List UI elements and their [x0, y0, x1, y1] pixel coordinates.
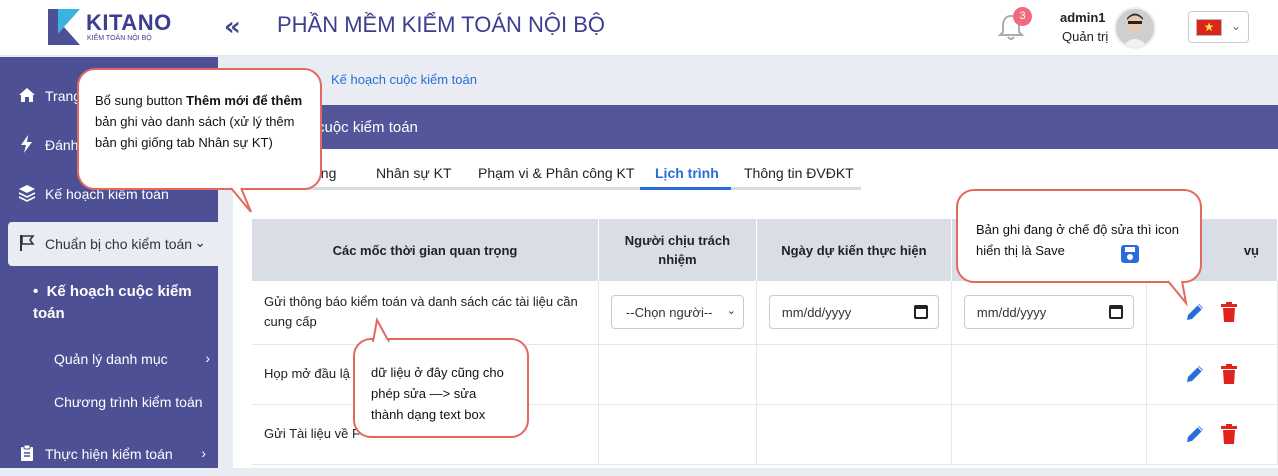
- calendar-icon[interactable]: [913, 305, 928, 320]
- trash-icon[interactable]: [1218, 423, 1240, 445]
- sidebar-item-label: Thực hiện kiểm toán: [45, 446, 173, 462]
- sidebar-subitem-label: Chương trình kiểm toán: [54, 394, 203, 410]
- floppy-disk-icon: [1121, 245, 1139, 263]
- pencil-icon[interactable]: [1184, 423, 1206, 445]
- trash-icon[interactable]: [1218, 301, 1240, 323]
- person-cell: [598, 404, 757, 465]
- layers-icon: [18, 185, 36, 202]
- actions-cell: [1146, 344, 1278, 405]
- sidebar-subitem-categories[interactable]: Quản lý danh mục ›: [54, 350, 210, 367]
- planned-date-cell: [756, 404, 952, 465]
- actions-cell: [1146, 404, 1278, 465]
- date-placeholder: mm/dd/yyyy: [976, 305, 1047, 321]
- callout-bold-text: Thêm mới để thêm: [186, 93, 303, 108]
- tab-underline: [233, 187, 861, 190]
- date-placeholder: mm/dd/yyyy: [781, 305, 852, 321]
- sidebar-subitem-engagement-plan[interactable]: • Kế hoạch cuộc kiểm toán: [33, 281, 203, 325]
- flag-icon: [20, 235, 35, 251]
- person-cell: --Chọn người-- ⌄: [598, 281, 757, 345]
- sidebar-subitem-label: Quản lý danh mục: [54, 351, 168, 367]
- sidebar-subitem-audit-program[interactable]: Chương trình kiểm toán: [54, 394, 203, 410]
- callout-text: Bản ghi đang ở chế độ sửa thì icon hiển …: [976, 222, 1179, 258]
- logo[interactable]: KITANO KIỂM TOÁN NỘI BỘ: [46, 8, 176, 48]
- callout-text: Bổ sung button: [95, 93, 187, 108]
- column-header: Người chịu trách nhiệm: [598, 219, 757, 281]
- date-cell: mm/dd/yyyy: [951, 281, 1147, 345]
- chevron-right-icon: ›: [201, 445, 206, 461]
- callout-textbox: dữ liệu ở đây cũng cho phép sửa —> sửa t…: [353, 317, 529, 438]
- notification-badge: 3: [1013, 7, 1032, 26]
- person-select-value: --Chọn người--: [625, 305, 713, 321]
- sidebar-subitem-label: Kế hoạch cuộc kiểm toán: [33, 283, 192, 322]
- sidebar-item-label: Chuẩn bị cho kiểm toán: [45, 236, 193, 252]
- callout-tail: [1167, 278, 1188, 307]
- logo-mark-icon: [48, 9, 80, 45]
- vietnam-flag-icon: ★: [1196, 19, 1222, 36]
- app-title: PHẦN MỀM KIỂM TOÁN NỘI BỘ: [277, 12, 606, 37]
- tab-personnel[interactable]: Nhân sự KT: [376, 165, 452, 181]
- avatar[interactable]: [1114, 7, 1156, 49]
- milestone-cell: Gửi thông báo kiểm toán và danh sách các…: [252, 281, 599, 345]
- planned-date-cell: mm/dd/yyyy: [756, 281, 952, 345]
- user-name: admin1: [1060, 10, 1106, 25]
- chevron-down-icon: ⌄: [1231, 19, 1242, 33]
- callout-tail: [230, 185, 252, 213]
- sidebar-item-prepare[interactable]: Chuẩn bị cho kiểm toán ⌄: [8, 222, 218, 266]
- person-select[interactable]: --Chọn người-- ⌄: [610, 295, 744, 330]
- user-role: Quản trị: [1062, 29, 1109, 44]
- card-title: cuộc kiểm toán: [317, 119, 418, 136]
- callout-text: dữ liệu ở đây cũng cho phép sửa —> sửa t…: [371, 365, 504, 422]
- tab-auditee-info[interactable]: Thông tin ĐVĐKT: [744, 165, 854, 181]
- callout-add-button: Bổ sung button Thêm mới để thêm bản ghi …: [77, 68, 322, 213]
- tab-schedule[interactable]: Lịch trình: [655, 165, 719, 181]
- home-icon: [19, 88, 35, 102]
- card-header: cuộc kiểm toán: [233, 105, 1278, 149]
- table-row: Gửi thông báo kiểm toán và danh sách các…: [252, 281, 1278, 345]
- top-bar: KITANO KIỂM TOÁN NỘI BỘ « PHẦN MỀM KIỂM …: [0, 0, 1278, 56]
- bullet-icon: •: [33, 283, 47, 300]
- date-cell: [951, 344, 1147, 405]
- breadcrumb[interactable]: Kế hoạch cuộc kiểm toán: [331, 72, 477, 87]
- pencil-icon[interactable]: [1184, 363, 1206, 385]
- sidebar-item-perform[interactable]: Thực hiện kiểm toán ›: [0, 432, 218, 476]
- avatar-photo-icon: [1116, 9, 1154, 47]
- logo-subtitle: KIỂM TOÁN NỘI BỘ: [87, 35, 152, 42]
- date-input[interactable]: mm/dd/yyyy: [963, 295, 1134, 330]
- trash-icon[interactable]: [1218, 363, 1240, 385]
- bolt-icon: [21, 135, 32, 153]
- clipboard-icon: [21, 444, 33, 461]
- chevron-down-icon: ⌄: [194, 234, 206, 250]
- chevron-right-icon: ›: [205, 350, 210, 366]
- person-cell: [598, 344, 757, 405]
- collapse-sidebar-icon[interactable]: «: [224, 14, 248, 40]
- tab-active-indicator: [640, 187, 731, 190]
- callout-text: bản ghi vào danh sách (xử lý thêm bản gh…: [95, 114, 295, 150]
- date-cell: [951, 404, 1147, 465]
- callout-edit-mode: Bản ghi đang ở chế độ sửa thì icon hiển …: [956, 189, 1202, 307]
- callout-tail: [372, 317, 390, 344]
- planned-date-input[interactable]: mm/dd/yyyy: [768, 295, 939, 330]
- chevron-down-icon: ⌄: [726, 305, 736, 318]
- language-select[interactable]: ★ ⌄: [1188, 11, 1249, 43]
- calendar-icon[interactable]: [1108, 305, 1123, 320]
- column-header: Ngày dự kiến thực hiện: [756, 219, 952, 281]
- column-header: Các mốc thời gian quan trọng: [252, 219, 599, 281]
- logo-text: KITANO: [86, 10, 172, 35]
- tab-scope[interactable]: Phạm vi & Phân công KT: [478, 165, 634, 181]
- planned-date-cell: [756, 344, 952, 405]
